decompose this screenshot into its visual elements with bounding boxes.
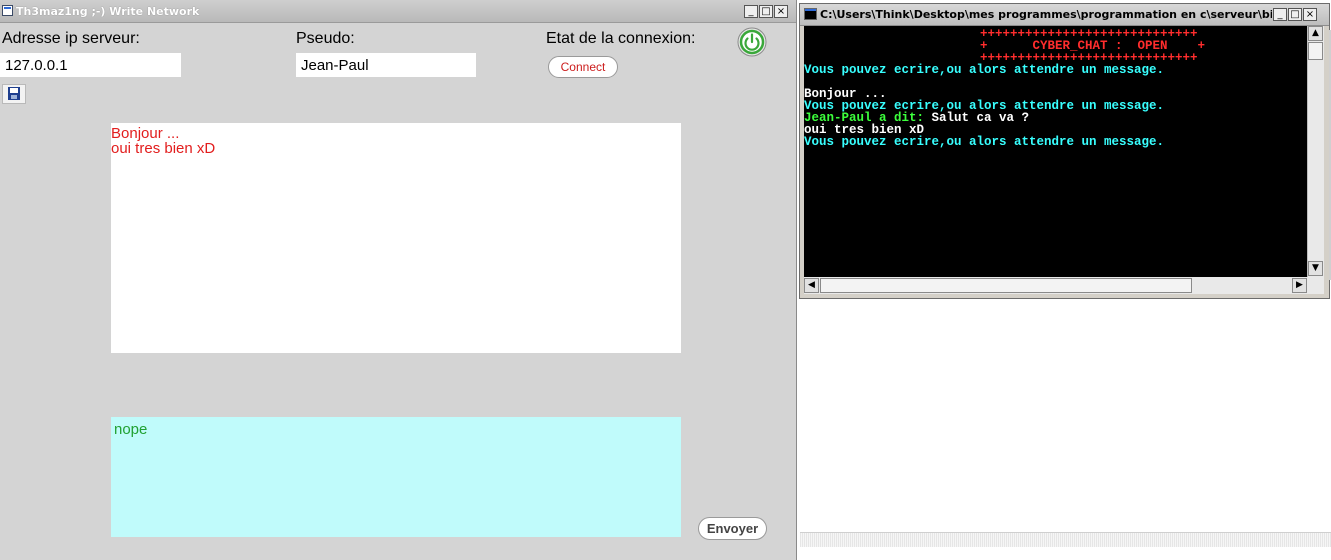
nickname-input[interactable]: [296, 53, 476, 77]
send-button[interactable]: Envoyer: [698, 517, 767, 540]
scroll-left-arrow-icon[interactable]: ◀: [804, 278, 819, 293]
console-vertical-scrollbar[interactable]: ▲ ▼: [1307, 26, 1324, 277]
console-title: C:\Users\Think\Desktop\mes programmes\pr…: [820, 8, 1272, 21]
save-button[interactable]: [2, 84, 26, 104]
console-window: C:\Users\Think\Desktop\mes programmes\pr…: [799, 3, 1330, 299]
horizontal-scroll-thumb[interactable]: [820, 278, 1192, 293]
server-ip-input[interactable]: [0, 53, 181, 77]
connection-state-label: Etat de la connexion:: [546, 30, 696, 47]
scroll-right-arrow-icon[interactable]: ▶: [1292, 278, 1307, 293]
console-app-icon: [804, 8, 817, 20]
background-window-scrollbar: [800, 532, 1331, 547]
connect-button[interactable]: Connect: [548, 56, 618, 78]
server-ip-label: Adresse ip serveur:: [2, 30, 140, 47]
floppy-disk-icon: [8, 87, 20, 100]
scroll-up-arrow-icon[interactable]: ▲: [1308, 26, 1323, 41]
speaker-message: Salut ca va ?: [924, 111, 1030, 125]
console-horizontal-scrollbar[interactable]: ◀ ▶: [804, 277, 1324, 294]
nickname-label: Pseudo:: [296, 30, 355, 47]
console-maximize-button[interactable]: □: [1288, 8, 1302, 21]
write-network-window: Th3maz1ng ;-) Write Network _ □ × Adress…: [0, 0, 797, 560]
chat-log-line: Bonjour ...: [111, 125, 180, 142]
console-line: Vous pouvez ecrire,ou alors attendre un …: [804, 63, 1165, 77]
chat-log-line: oui tres bien xD: [111, 140, 216, 157]
close-button[interactable]: ×: [774, 5, 788, 18]
window-app-icon: [2, 5, 13, 16]
vertical-scroll-thumb[interactable]: [1308, 42, 1323, 60]
window-title: Th3maz1ng ;-) Write Network: [16, 5, 200, 18]
console-minimize-button[interactable]: _: [1273, 8, 1287, 21]
message-compose-input[interactable]: nope: [111, 417, 681, 537]
console-close-button[interactable]: ×: [1303, 8, 1317, 21]
title-bar[interactable]: Th3maz1ng ;-) Write Network _ □ ×: [0, 0, 796, 23]
power-icon: [737, 27, 767, 57]
scroll-down-arrow-icon[interactable]: ▼: [1308, 261, 1323, 276]
console-title-bar[interactable]: C:\Users\Think\Desktop\mes programmes\pr…: [800, 4, 1329, 26]
console-output: +++++++++++++++++++++++++++++ + CYBER_CH…: [804, 26, 1307, 277]
minimize-button[interactable]: _: [744, 5, 758, 18]
maximize-button[interactable]: □: [759, 5, 773, 18]
console-line: Vous pouvez ecrire,ou alors attendre un …: [804, 135, 1165, 149]
chat-log: Bonjour ... oui tres bien xD: [111, 123, 681, 353]
